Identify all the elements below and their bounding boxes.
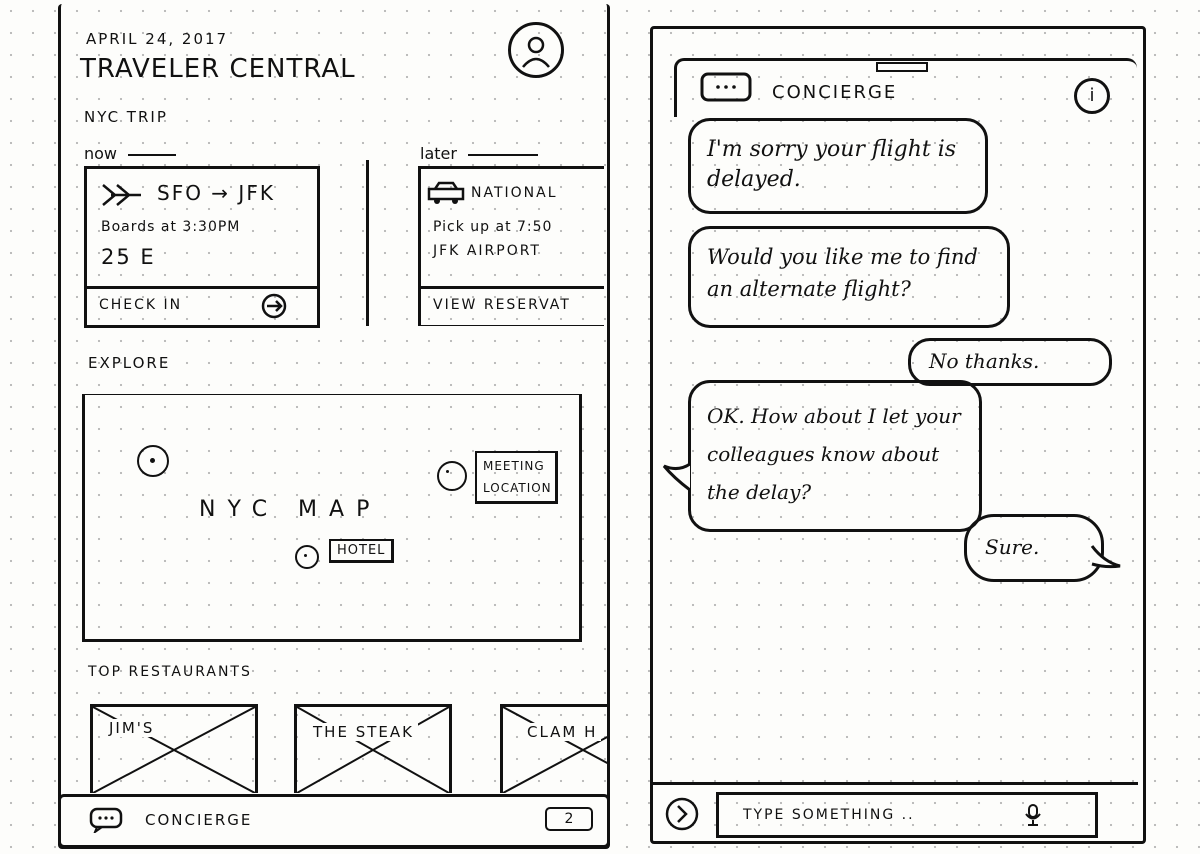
current-location-icon [137,445,169,477]
later-text: later [420,144,457,163]
restaurant-name: JIM'S [105,719,159,737]
concierge-title: CONCIERGE [772,82,898,103]
expand-button[interactable] [664,796,700,836]
pickup-time: Pick up at 7:50 [433,219,553,235]
restaurants-label: TOP RESTAURANTS [88,664,252,680]
bot-message: Would you like me to find an alternate f… [688,226,1010,328]
check-in-button[interactable]: CHECK IN [87,286,317,325]
later-label: later [420,144,539,163]
now-text: now [84,144,118,163]
hotel-pin-icon[interactable] [295,545,319,569]
info-icon[interactable]: i [1074,78,1110,114]
concierge-bar[interactable]: CONCIERGE 2 [58,794,610,848]
divider-line [468,153,539,156]
seat-number: 25 E [101,245,156,269]
meeting-pin-icon[interactable] [437,461,467,491]
microphone-icon[interactable] [1023,803,1045,831]
message-text: Sure. [985,535,1040,559]
airplane-icon [101,181,143,213]
notification-badge: 2 [545,807,593,831]
hotel-tag[interactable]: HOTEL [329,539,395,563]
map-label: NYC MAP [199,497,382,522]
chat-bubble-icon [89,807,125,837]
restaurant-card[interactable]: CLAM H [500,704,607,793]
user-message: Sure. [964,514,1104,582]
restaurant-name: THE STEAK [309,723,418,741]
chevron-right-icon [665,797,699,831]
nyc-map[interactable]: NYC MAP MEETING LOCATION HOTEL [82,394,582,642]
message-text: No thanks. [929,349,1040,373]
meeting-location-tag[interactable]: MEETING LOCATION [475,451,558,504]
rental-company: NATIONAL [471,185,558,201]
page-title: TRAVELER CENTRAL [80,54,356,84]
bot-message: OK. How about I let your colleagues know… [688,380,982,532]
card-separator [366,160,369,326]
restaurant-card[interactable]: JIM'S [90,704,258,793]
restaurant-card[interactable]: THE STEAK [294,704,452,793]
bubble-tail [1090,545,1121,569]
message-text: OK. How about I let your colleagues know… [707,404,961,504]
boarding-time: Boards at 3:30PM [101,219,241,235]
view-reservation-label: VIEW RESERVAT [433,297,571,313]
flight-route: SFO → JFK [157,181,275,205]
view-reservation-button[interactable]: VIEW RESERVAT [421,286,604,325]
arrow-right-icon [259,293,291,323]
concierge-label: CONCIERGE [145,811,253,829]
trip-label: NYC TRIP [84,108,168,126]
image-placeholder-icon [297,707,449,793]
user-message: No thanks. [908,338,1112,386]
date-label: APRIL 24, 2017 [86,30,229,48]
input-placeholder: TYPE SOMETHING .. [743,807,915,823]
message-text: Would you like me to find an alternate f… [707,245,978,301]
car-card[interactable]: NATIONAL Pick up at 7:50 JFK AIRPORT VIE… [418,166,604,326]
message-input[interactable]: TYPE SOMETHING .. [716,792,1098,838]
pickup-location: JFK AIRPORT [433,243,541,259]
bot-message: I'm sorry your flight is delayed. [688,118,988,214]
restaurant-name: CLAM H [523,723,602,741]
chat-bubble-icon [700,72,754,110]
bubble-tail [662,462,691,492]
image-placeholder-icon [503,707,607,793]
explore-label: EXPLORE [88,354,171,372]
user-icon [522,36,550,68]
check-in-label: CHECK IN [99,297,183,313]
car-card-clip: NATIONAL Pick up at 7:50 JFK AIRPORT VIE… [416,166,604,326]
avatar[interactable] [508,22,564,78]
divider-line [128,153,177,156]
message-text: I'm sorry your flight is delayed. [707,137,957,192]
flight-card[interactable]: SFO → JFK Boards at 3:30PM 25 E CHECK IN [84,166,320,328]
now-label: now [84,144,177,163]
car-icon [427,181,467,209]
